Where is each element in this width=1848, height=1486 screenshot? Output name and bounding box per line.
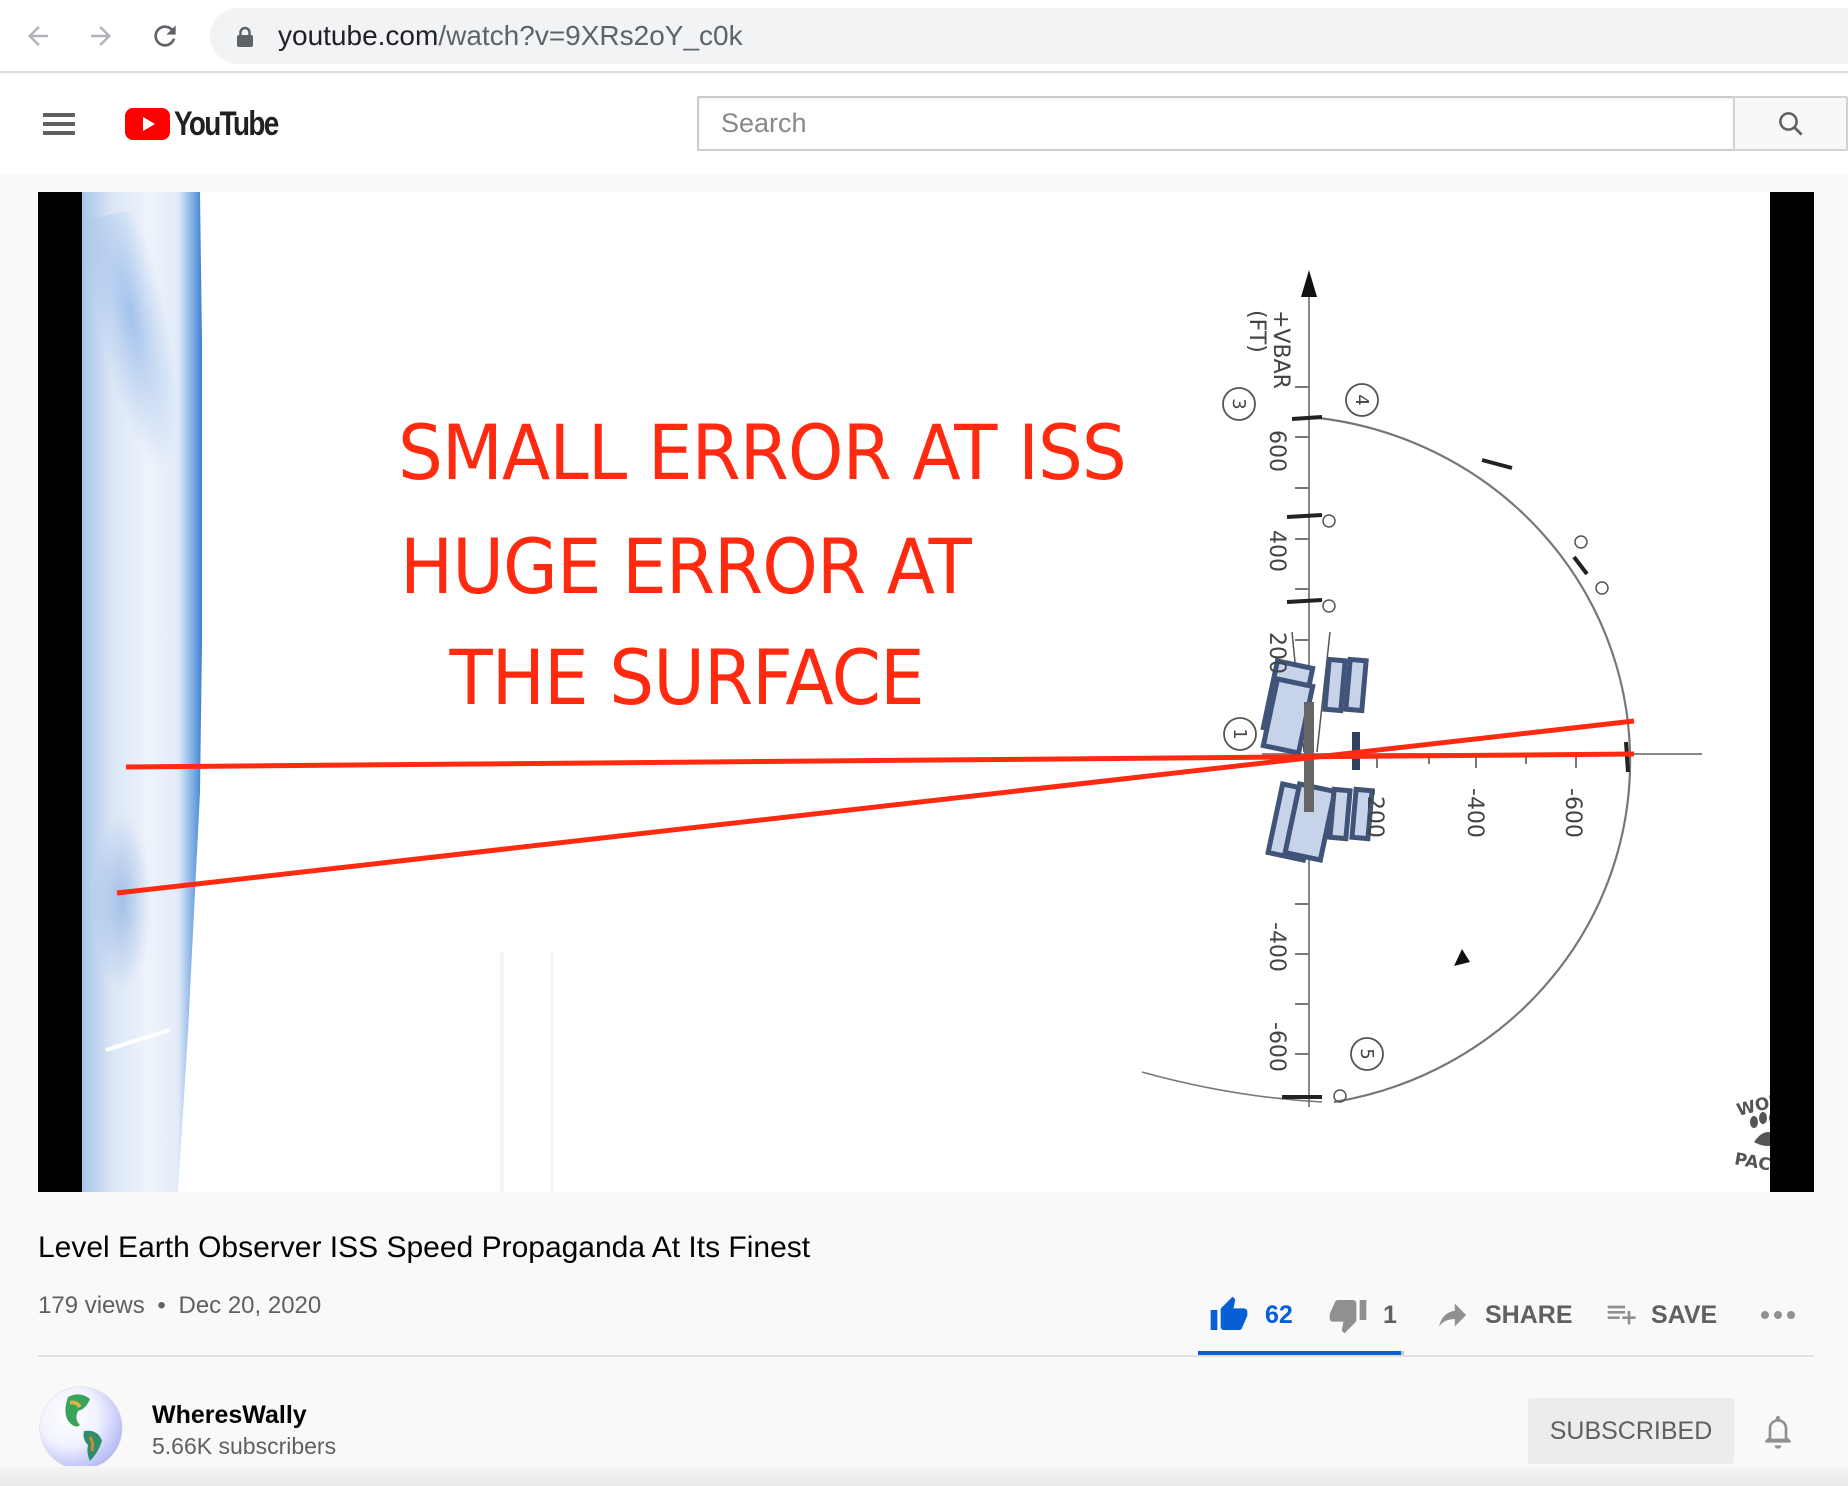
reload-icon xyxy=(154,25,176,47)
thumbs-up-icon xyxy=(1210,1296,1248,1330)
youtube-header: YouTube xyxy=(0,75,1848,174)
rbar-tick-label: -200 xyxy=(1362,788,1387,838)
forward-button[interactable] xyxy=(83,18,119,54)
more-actions-button[interactable] xyxy=(1758,1290,1798,1340)
more-horizontal-icon xyxy=(1761,1311,1795,1319)
slide-text-line-3: THE SURFACE xyxy=(428,633,925,722)
save-button[interactable]: SAVE xyxy=(1603,1290,1717,1340)
like-ratio-bar xyxy=(1198,1351,1404,1355)
red-line-horizontal xyxy=(125,751,1635,770)
vbar-tick-label: 600 xyxy=(1264,430,1289,472)
share-arrow-icon xyxy=(1439,1303,1467,1327)
dislike-count: 1 xyxy=(1383,1300,1397,1329)
rbar-tick-label: -600 xyxy=(1560,788,1585,838)
section-divider xyxy=(38,1355,1814,1357)
vbar-axis-label: +VBAR xyxy=(1268,310,1293,389)
video-player[interactable]: 1 3 4 5 +VBAR (FT) 600 400 200 -400 -600… xyxy=(38,192,1814,1192)
vbar-tick-label: 400 xyxy=(1264,530,1289,572)
url-path: /watch?v=9XRs2oY_c0k xyxy=(438,20,743,51)
video-title: Level Earth Observer ISS Speed Propagand… xyxy=(38,1231,811,1264)
globe-icon xyxy=(65,1394,102,1461)
address-bar[interactable]: youtube.com/watch?v=9XRs2oY_c0k xyxy=(210,8,1848,64)
waypoint-label: 5 xyxy=(1356,1048,1377,1059)
youtube-play-icon xyxy=(125,108,170,140)
arrow-left-icon xyxy=(28,26,48,46)
rbar-tick-label: -400 xyxy=(1462,788,1487,838)
channel-name[interactable]: WheresWally xyxy=(152,1401,307,1430)
video-frame: 1 3 4 5 +VBAR (FT) 600 400 200 -400 -600… xyxy=(82,192,1770,1192)
bell-icon xyxy=(1765,1416,1791,1449)
url-text[interactable]: youtube.com/watch?v=9XRs2oY_c0k xyxy=(278,20,743,52)
slide-text-line-2: HUGE ERROR AT xyxy=(400,522,972,611)
approach-arc xyxy=(1318,416,1632,1104)
like-count: 62 xyxy=(1265,1300,1293,1329)
red-line-angled xyxy=(116,718,1635,896)
subscribed-button[interactable]: SUBSCRIBED xyxy=(1528,1398,1734,1464)
wolf-pack-watermark: WOLF PACK xyxy=(1732,1088,1770,1182)
subscriber-count: 5.66K subscribers xyxy=(152,1433,337,1459)
vbar-tick-label: 200 xyxy=(1264,632,1289,674)
vbar-tick-label: -400 xyxy=(1264,922,1289,972)
arrow-right-icon xyxy=(91,26,111,46)
vbar-unit-label: (FT) xyxy=(1244,310,1269,353)
waypoint-label: 3 xyxy=(1228,398,1249,409)
url-host: youtube.com xyxy=(278,20,439,51)
like-button[interactable]: 62 xyxy=(1207,1290,1293,1340)
lock-icon xyxy=(237,26,253,47)
watermark-bottom-text: PACK xyxy=(1732,1149,1770,1178)
search-icon xyxy=(1778,111,1803,136)
earth-streak xyxy=(105,1028,171,1052)
search-input[interactable] xyxy=(721,98,1701,149)
back-button[interactable] xyxy=(20,18,56,54)
dislike-button[interactable]: 1 xyxy=(1327,1290,1397,1340)
slide-text-line-1: SMALL ERROR AT ISS xyxy=(398,408,1127,497)
hamburger-menu-icon[interactable] xyxy=(40,105,78,141)
logo-text: YouTube xyxy=(174,104,279,143)
notification-bell-button[interactable] xyxy=(1758,1410,1798,1454)
like-ratio-fill xyxy=(1198,1351,1401,1355)
save-label: SAVE xyxy=(1651,1300,1718,1329)
search-box xyxy=(697,96,1733,151)
video-actions: 62 1 SHARE SAVE xyxy=(0,1290,1848,1340)
waypoint-label: 1 xyxy=(1229,728,1250,739)
iss-approach-diagram: 1 3 4 5 +VBAR (FT) 600 400 200 -400 -600… xyxy=(105,270,1702,1192)
share-button[interactable]: SHARE xyxy=(1433,1290,1573,1340)
playlist-add-icon xyxy=(1607,1305,1636,1325)
faint-ghost-lines xyxy=(500,952,554,1192)
reload-button[interactable] xyxy=(147,18,183,54)
search-button[interactable] xyxy=(1733,96,1848,151)
share-label: SHARE xyxy=(1485,1300,1573,1329)
channel-avatar[interactable] xyxy=(40,1387,122,1469)
vbar-arrow-icon xyxy=(1301,270,1317,297)
vbar-tick-label: -600 xyxy=(1264,1022,1289,1072)
page-bottom-shadow xyxy=(0,1466,1848,1486)
youtube-logo[interactable]: YouTube xyxy=(125,104,300,143)
thumbs-down-icon xyxy=(1329,1300,1367,1334)
browser-toolbar: youtube.com/watch?v=9XRs2oY_c0k xyxy=(0,0,1848,73)
waypoint-label: 4 xyxy=(1351,394,1372,405)
arc-direction-arrow-icon xyxy=(1454,949,1470,966)
